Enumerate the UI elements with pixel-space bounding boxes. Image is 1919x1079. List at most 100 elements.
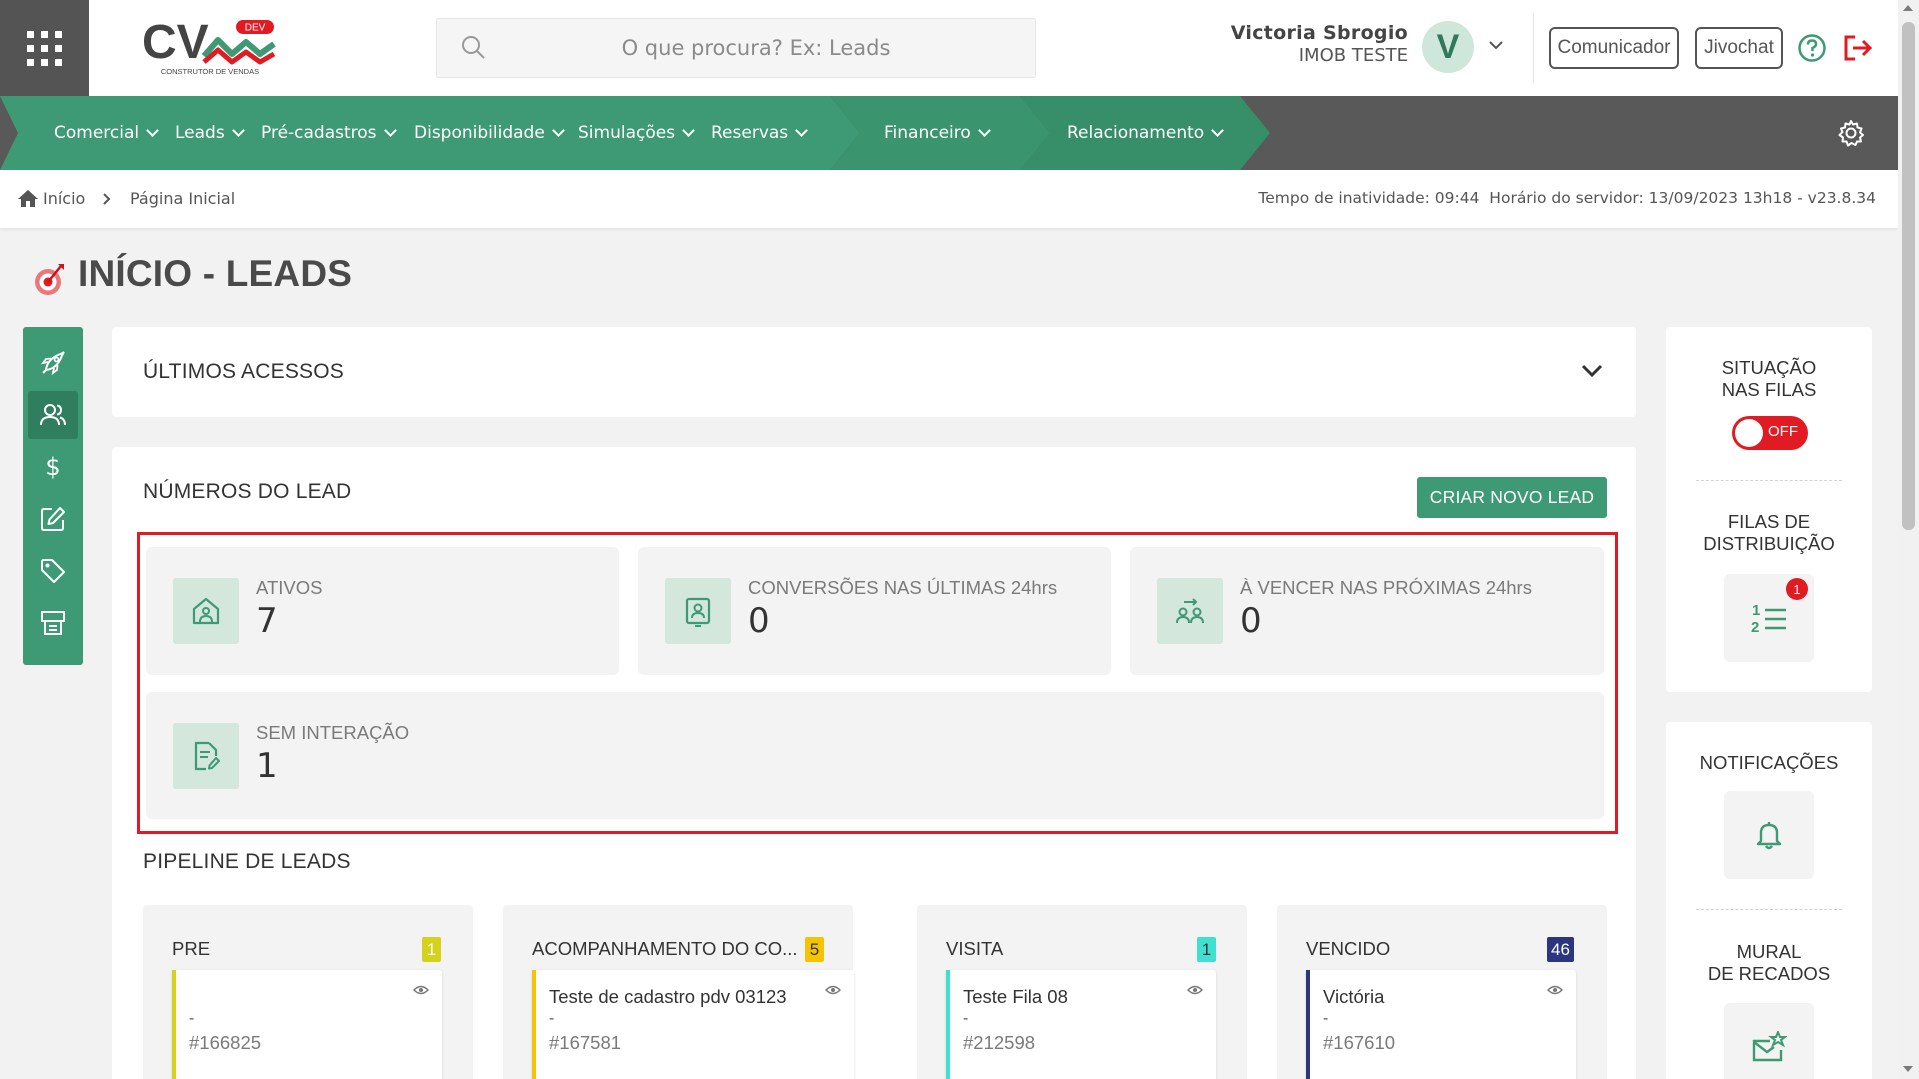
situacao-title: SITUAÇÃO NAS FILAS <box>1721 357 1817 400</box>
eye-icon[interactable] <box>1187 984 1203 996</box>
cv-logo[interactable]: CV DEV CONSTRUTOR DE VENDAS <box>140 16 280 78</box>
page-title: INÍCIO - LEADS <box>78 253 353 294</box>
side-rail: $ <box>23 327 83 665</box>
svg-text:2: 2 <box>1751 619 1759 636</box>
nav-relacionamento[interactable]: Relacionamento <box>1067 96 1225 170</box>
eye-icon[interactable] <box>825 984 841 996</box>
nav-pre-cadastros[interactable]: Pré-cadastros <box>261 96 397 170</box>
eye-icon[interactable] <box>413 984 429 996</box>
svg-text:CONSTRUTOR DE VENDAS: CONSTRUTOR DE VENDAS <box>161 67 259 76</box>
svg-text:CV: CV <box>142 16 209 69</box>
lead-card-bar <box>946 970 950 1079</box>
edit-icon <box>41 507 65 531</box>
filas-distribuicao-button[interactable]: 1 2 1 <box>1724 574 1814 662</box>
rail-item-financeiro[interactable]: $ <box>28 443 78 491</box>
stat-a-vencer[interactable]: À VENCER NAS PRÓXIMAS 24hrs 0 <box>1130 547 1604 675</box>
numbered-list-icon: 1 2 <box>1751 602 1786 636</box>
chevron-down-icon[interactable] <box>1580 361 1604 379</box>
chevron-down-icon[interactable] <box>1487 38 1505 52</box>
nav-reservas[interactable]: Reservas <box>711 96 809 170</box>
pipeline-count-badge: 5 <box>805 937 824 962</box>
breadcrumb: Início Página Inicial Tempo de inativida… <box>0 170 1898 228</box>
rail-item-rocket[interactable] <box>28 339 78 387</box>
scroll-down-arrow[interactable] <box>1903 1066 1913 1072</box>
svg-text:1: 1 <box>1752 602 1760 619</box>
lead-card-id: #166825 <box>189 1032 262 1053</box>
panel-divider <box>1696 480 1842 481</box>
chevron-down-icon <box>795 124 809 137</box>
rail-item-tag[interactable] <box>28 547 78 595</box>
pipeline-column-pre: PRE 1 - #166825 <box>143 905 473 1079</box>
comunicador-button[interactable]: Comunicador <box>1549 27 1679 69</box>
pipeline-count-badge: 1 <box>422 937 441 962</box>
users-icon <box>40 404 66 426</box>
stat-value: 7 <box>256 601 278 641</box>
lead-card[interactable]: - #166825 <box>172 970 442 1079</box>
help-icon[interactable] <box>1797 33 1827 63</box>
lead-card-id: #167610 <box>1323 1032 1396 1053</box>
search-input[interactable] <box>437 19 1035 77</box>
server-info: Tempo de inatividade: 09:44 Horário do s… <box>1258 189 1876 207</box>
stat-icon-box <box>665 578 731 644</box>
scroll-up-arrow[interactable] <box>1903 5 1913 11</box>
nav-financeiro[interactable]: Financeiro <box>884 96 991 170</box>
user-company: IMOB TESTE <box>1298 45 1408 66</box>
home-icon[interactable] <box>17 189 39 208</box>
nav-disponibilidade[interactable]: Disponibilidade <box>414 96 565 170</box>
stat-label: À VENCER NAS PRÓXIMAS 24hrs <box>1240 577 1532 598</box>
user-info[interactable]: Victoria Sbrogio IMOB TESTE <box>1190 22 1408 66</box>
ultimos-acessos-title: ÚLTIMOS ACESSOS <box>143 360 344 383</box>
lead-card[interactable]: Victória - #167610 <box>1306 970 1576 1079</box>
notificacoes-button[interactable] <box>1724 791 1814 879</box>
lead-card-title: Victória <box>1323 986 1385 1007</box>
chevron-right-icon <box>103 193 111 205</box>
main-nav: Comercial Leads Pré-cadastros Disponibil… <box>0 96 1898 170</box>
notification-badge: 1 <box>1786 578 1808 600</box>
stat-ativos[interactable]: ATIVOS 7 <box>146 547 619 675</box>
search-box[interactable] <box>436 18 1036 78</box>
lead-card-id: #167581 <box>549 1032 622 1053</box>
rail-item-leads[interactable] <box>28 391 78 439</box>
stat-sem-interacao[interactable]: SEM INTERAÇÃO 1 <box>146 692 1604 819</box>
chevron-down-icon <box>231 124 245 137</box>
breadcrumb-home[interactable]: Início <box>43 189 85 208</box>
nav-simulacoes[interactable]: Simulações <box>578 96 695 170</box>
lead-card-separator: - <box>1323 1010 1329 1027</box>
rail-item-reports[interactable] <box>28 599 78 647</box>
user-name: Victoria Sbrogio <box>1230 22 1408 44</box>
toggle-knob <box>1735 419 1763 447</box>
pipeline-column-visita: VISITA 1 Teste Fila 08 - #212598 <box>917 905 1247 1079</box>
filas-toggle[interactable]: OFF <box>1732 416 1808 450</box>
chevron-down-icon <box>682 124 695 137</box>
breadcrumb-current: Página Inicial <box>130 189 236 208</box>
numeros-lead-title: NÚMEROS DO LEAD <box>143 480 352 503</box>
pipeline-column-title: VENCIDO <box>1306 938 1391 959</box>
logout-icon[interactable] <box>1842 33 1874 63</box>
apps-menu-button[interactable] <box>0 0 89 96</box>
lead-card[interactable]: Teste Fila 08 - #212598 <box>946 970 1216 1079</box>
avatar[interactable]: V <box>1422 21 1474 73</box>
chevron-down-icon <box>551 124 565 137</box>
stat-conversoes[interactable]: CONVERSÕES NAS ÚLTIMAS 24hrs 0 <box>638 547 1111 675</box>
lead-card-bar <box>172 970 176 1079</box>
mural-title: MURAL DE RECADOS <box>1707 941 1831 984</box>
stat-value: 0 <box>748 601 770 641</box>
lead-card-separator: - <box>963 1010 969 1027</box>
jivochat-button[interactable]: Jivochat <box>1695 27 1783 69</box>
nav-leads[interactable]: Leads <box>175 96 245 170</box>
pipeline-column-vencido: VENCIDO 46 Victória - #167610 <box>1277 905 1607 1079</box>
stat-value: 1 <box>256 746 278 786</box>
rail-item-edit[interactable] <box>28 495 78 543</box>
gear-icon[interactable] <box>1836 118 1866 148</box>
lead-card-id: #212598 <box>963 1032 1036 1053</box>
nav-comercial[interactable]: Comercial <box>54 96 159 170</box>
mural-button[interactable] <box>1724 1003 1814 1079</box>
notificacoes-title: NOTIFICAÇÕES <box>1699 752 1839 773</box>
pipeline-column-title: PRE <box>172 938 211 959</box>
create-lead-button[interactable]: CRIAR NOVO LEAD <box>1417 477 1607 518</box>
eye-icon[interactable] <box>1547 984 1563 996</box>
ultimos-acessos-card[interactable]: ÚLTIMOS ACESSOS <box>112 327 1636 417</box>
lead-card[interactable]: Teste de cadastro pdv 03123 - #167581 <box>532 970 854 1079</box>
page-scrollbar[interactable] <box>1898 0 1919 1079</box>
scroll-thumb[interactable] <box>1902 22 1915 530</box>
